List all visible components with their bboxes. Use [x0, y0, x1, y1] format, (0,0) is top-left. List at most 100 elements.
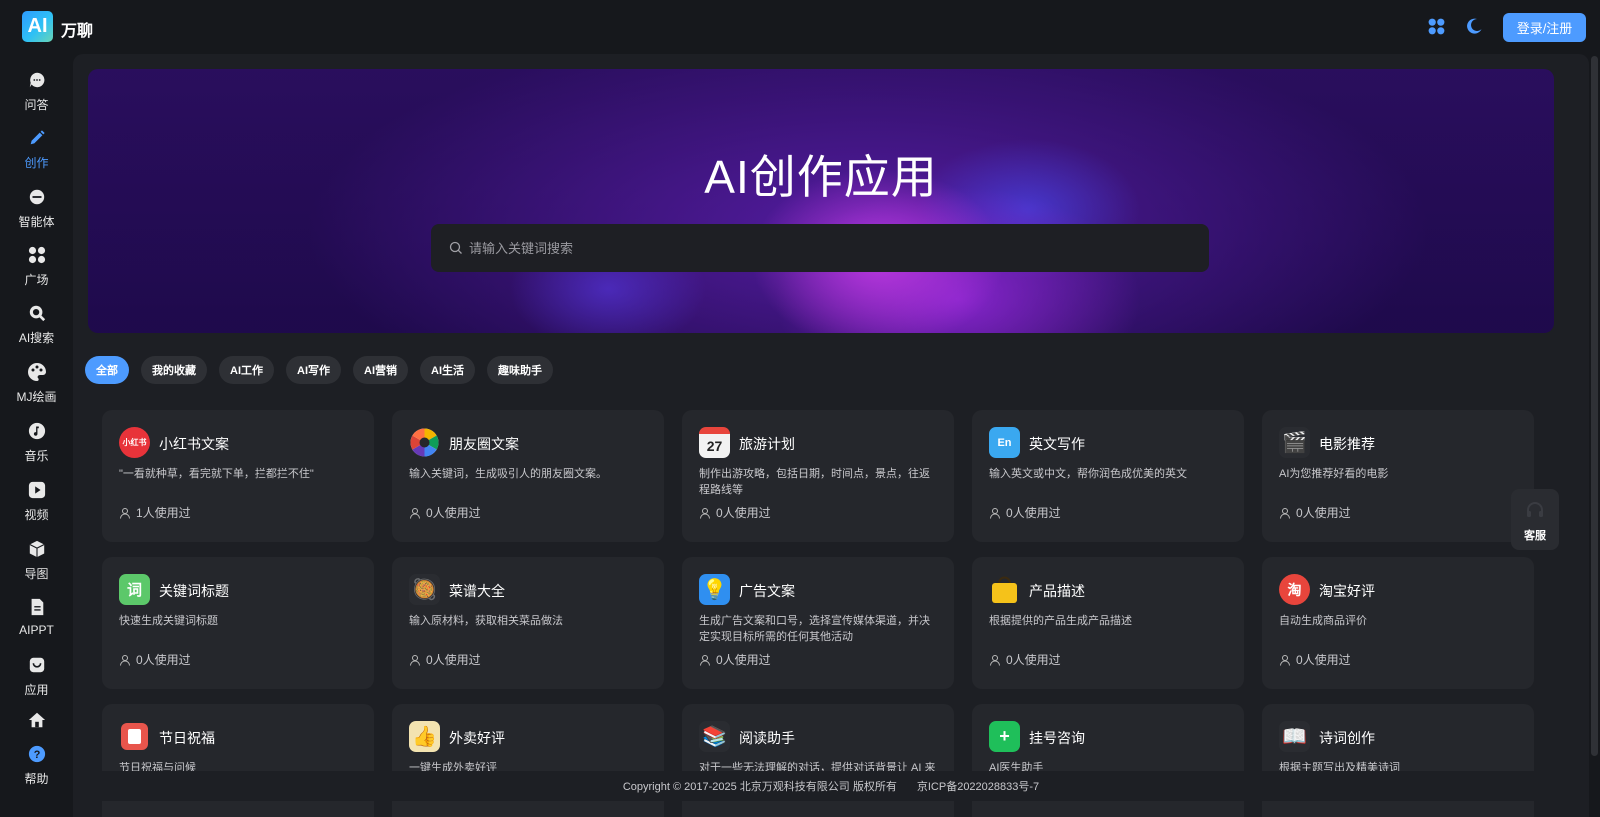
app-card[interactable]: 产品描述 根据提供的产品生成产品描述 0人使用过 [972, 557, 1244, 689]
moon-icon[interactable] [1465, 17, 1483, 35]
customer-service-button[interactable]: 客服 [1511, 489, 1559, 550]
footer: Copyright © 2017-2025 北京万观科技有限公司 版权所有 京I… [73, 771, 1589, 801]
sidebar-item-视频[interactable]: 视频 [0, 474, 73, 526]
search-icon [449, 241, 462, 254]
tab-我的收藏[interactable]: 我的收藏 [141, 356, 207, 384]
sidebar-item-MJ绘画[interactable]: MJ绘画 [0, 356, 73, 408]
tab-AI营销[interactable]: AI营销 [353, 356, 408, 384]
app-card[interactable]: 淘淘宝好评 自动生成商品评价 0人使用过 [1262, 557, 1534, 689]
app-logo[interactable]: AI [22, 11, 53, 42]
card-usage: 0人使用过 [699, 651, 771, 668]
bulb-icon: 💡 [699, 574, 730, 605]
tab-AI工作[interactable]: AI工作 [219, 356, 274, 384]
card-description: 生成广告文案和口号，选择宣传媒体渠道，并决定实现目标所需的任何其他活动 [699, 615, 930, 643]
card-title: 节日祝福 [159, 730, 215, 746]
copyright-text: Copyright © 2017-2025 北京万观科技有限公司 版权所有 [622, 781, 897, 793]
card-title: 产品描述 [1029, 583, 1085, 599]
bag-icon [27, 655, 47, 675]
shopping-bag-icon [989, 574, 1020, 605]
app-card[interactable]: 小红书 小红书文案 "一看就种草，看完就下单，拦都拦不住" 1人使用过 [102, 410, 374, 542]
calendar-icon: 27 [699, 427, 730, 458]
english-icon: En [989, 427, 1020, 458]
dish-icon: 🥘 [409, 574, 440, 605]
card-description: 输入英文或中文，帮你润色成优美的英文 [989, 468, 1187, 480]
usage-count: 0人使用过 [1296, 653, 1351, 667]
svg-text:?: ? [33, 749, 40, 761]
app-card[interactable]: 27 旅游计划制作出游攻略，包括日期，时间点，景点，往返程路线等 0人使用过 [682, 410, 954, 542]
search-box[interactable] [431, 224, 1209, 272]
sidebar-item-label: MJ绘画 [16, 390, 57, 404]
card-title: 关键词标题 [159, 583, 229, 599]
usage-count: 1人使用过 [136, 506, 191, 520]
festival-icon [119, 721, 150, 752]
keyword-icon: 词 [119, 574, 150, 605]
tab-全部[interactable]: 全部 [85, 356, 129, 384]
sidebar-item-广场[interactable]: 广场 [0, 239, 73, 291]
card-description: 输入原材料，获取相关菜品做法 [409, 615, 563, 627]
page-title: AI创作应用 [704, 151, 938, 203]
card-title: 电影推荐 [1319, 436, 1375, 452]
sidebar-item-label: 帮助 [24, 772, 49, 786]
scrollbar-thumb[interactable] [1591, 56, 1598, 756]
books-icon: 📚 [699, 721, 730, 752]
card-usage: 0人使用过 [989, 651, 1061, 668]
sidebar-item-AIPPT[interactable]: AIPPT [0, 591, 73, 643]
open-book-icon: 📖 [1279, 721, 1310, 752]
card-usage: 1人使用过 [119, 504, 191, 521]
tab-AI生活[interactable]: AI生活 [420, 356, 475, 384]
app-card[interactable]: 🎬 电影推荐 AI为您推荐好看的电影 0人使用过 [1262, 410, 1534, 542]
card-description: 自动生成商品评价 [1279, 615, 1367, 627]
app-card[interactable]: 🥘 菜谱大全 输入原材料，获取相关菜品做法 0人使用过 [392, 557, 664, 689]
card-title: 英文写作 [1029, 436, 1085, 452]
hero-banner: AI创作应用 [88, 69, 1554, 333]
card-title: 阅读助手 [739, 730, 795, 746]
card-usage: 0人使用过 [1279, 651, 1351, 668]
apps-grid-icon[interactable] [1428, 18, 1445, 35]
sidebar-item-AI搜索[interactable]: AI搜索 [0, 297, 73, 349]
app-card[interactable]: 💡 广告文案生成广告文案和口号，选择宣传媒体渠道，并决定实现目标所需的任何其他活动… [682, 557, 954, 689]
usage-count: 0人使用过 [426, 506, 481, 520]
card-description: "一看就种草，看完就下单，拦都拦不住" [119, 468, 314, 480]
card-description: 输入关键词，生成吸引人的朋友圈文案。 [409, 468, 607, 480]
sidebar-item-应用[interactable]: 应用 [0, 649, 73, 701]
sidebar-item-帮助[interactable]: ? 帮助 [0, 738, 73, 790]
sidebar-item-导图[interactable]: 导图 [0, 533, 73, 585]
pen-icon [27, 128, 47, 148]
card-usage: 0人使用过 [119, 651, 191, 668]
user-icon [990, 507, 1000, 519]
brand-name: 万聊 [61, 23, 94, 40]
card-usage: 0人使用过 [989, 504, 1061, 521]
user-icon [410, 654, 420, 666]
card-description: 制作出游攻略，包括日期，时间点，景点，往返程路线等 [699, 468, 930, 496]
login-button[interactable]: 登录/注册 [1503, 13, 1586, 42]
card-title: 旅游计划 [739, 436, 795, 452]
sidebar-item-label: AI搜索 [18, 331, 55, 345]
card-description: 快速生成关键词标题 [119, 615, 218, 627]
sidebar-item-创作[interactable]: 创作 [0, 122, 73, 174]
scrollbar[interactable] [1589, 54, 1600, 817]
app-card[interactable]: 朋友圈文案 输入关键词，生成吸引人的朋友圈文案。 0人使用过 [392, 410, 664, 542]
card-title: 广告文案 [739, 583, 795, 599]
icp-link[interactable]: 京ICP备2022028833号-7 [917, 778, 1039, 794]
sidebar-item-问答[interactable]: 问答 [0, 64, 73, 116]
main-content: AI创作应用 全部我的收藏 AI工作 AI写作 AI营销 AI生活趣味助手 小红书小红书… [73, 54, 1589, 817]
palette-icon [27, 362, 47, 382]
doc-icon [27, 597, 47, 617]
user-icon [120, 654, 130, 666]
card-title: 小红书文案 [159, 436, 229, 452]
app-card[interactable]: 词关键词标题快速生成关键词标题 0人使用过 [102, 557, 374, 689]
search-input[interactable] [469, 240, 1169, 256]
thumbs-up-icon: 👍 [409, 721, 440, 752]
usage-count: 0人使用过 [716, 506, 771, 520]
card-title: 淘宝好评 [1319, 583, 1375, 599]
tab-AI写作[interactable]: AI写作 [286, 356, 341, 384]
card-title: 菜谱大全 [449, 583, 505, 599]
user-icon [1280, 507, 1290, 519]
sidebar-item-音乐[interactable]: 音乐 [0, 415, 73, 467]
tab-趣味助手[interactable]: 趣味助手 [487, 356, 553, 384]
sidebar-item-label: 应用 [24, 683, 49, 697]
usage-count: 0人使用过 [1006, 506, 1061, 520]
app-card[interactable]: En 英文写作输入英文或中文，帮你润色成优美的英文 0人使用过 [972, 410, 1244, 542]
sidebar-item-智能体[interactable]: 智能体 [0, 181, 73, 233]
sidebar-item-label: AIPPT [19, 623, 54, 637]
